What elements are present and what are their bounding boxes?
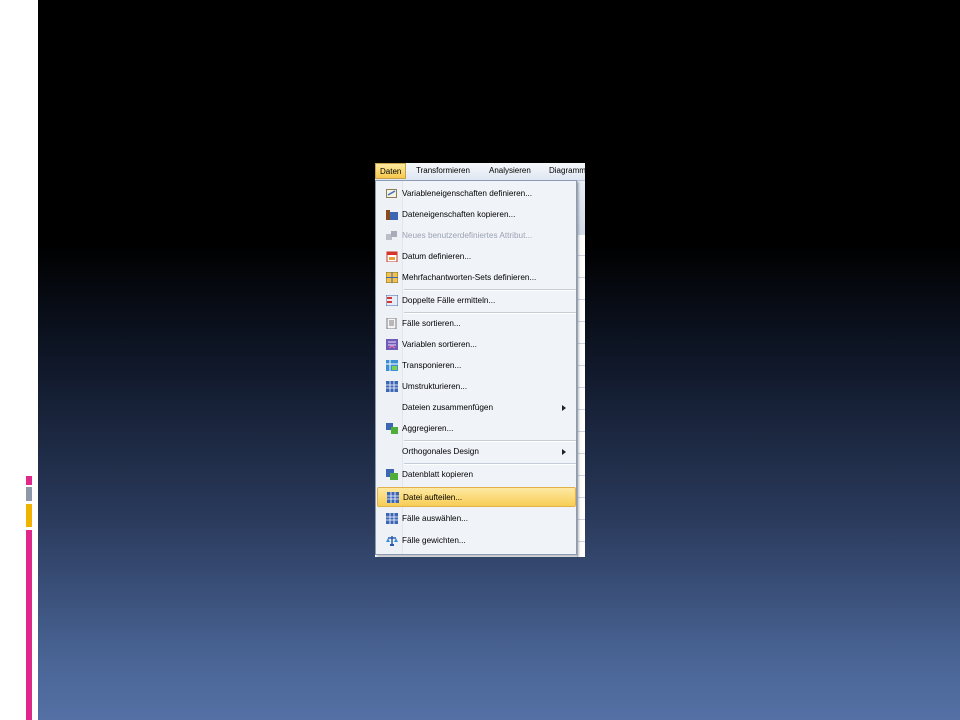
menu-item-orthogonales-design[interactable]: Orthogonales Design xyxy=(377,442,576,462)
restructure-icon xyxy=(386,381,398,392)
menu-bar: Daten Transformieren Analysieren Diagram… xyxy=(375,163,585,181)
weight-cases-icon xyxy=(386,536,398,546)
accent-bar-pink-top xyxy=(26,476,32,485)
menu-analysieren[interactable]: Analysieren xyxy=(489,166,531,175)
submenu-arrow-icon xyxy=(562,405,566,411)
menu-item-aggregieren[interactable]: Aggregieren... xyxy=(377,419,576,439)
daten-dropdown-menu: Variableneigenschaften definieren... Dat… xyxy=(375,180,577,555)
aggregate-icon xyxy=(386,423,398,434)
accent-bar-pink-bottom xyxy=(26,530,32,720)
menu-item-neues-attribut[interactable]: Neues benutzerdefiniertes Attribut... xyxy=(377,226,576,246)
menu-item-faelle-sortieren[interactable]: Fälle sortieren... xyxy=(377,314,576,334)
menu-item-dateien-zusammenfuegen[interactable]: Dateien zusammenfügen xyxy=(377,398,576,418)
menu-item-datenblatt-kopieren[interactable]: Datenblatt kopieren xyxy=(377,465,576,485)
menu-item-datei-aufteilen[interactable]: Datei aufteilen... xyxy=(377,487,576,507)
menu-item-umstrukturieren[interactable]: Umstrukturieren... xyxy=(377,377,576,397)
menu-daten[interactable]: Daten xyxy=(375,163,407,179)
transpose-icon xyxy=(386,360,398,371)
duplicate-cases-icon xyxy=(386,295,398,306)
menu-item-faelle-auswaehlen[interactable]: Fälle auswählen... xyxy=(377,509,576,529)
custom-attribute-icon xyxy=(386,231,397,240)
menu-item-doppelte-faelle[interactable]: Doppelte Fälle ermitteln... xyxy=(377,291,576,311)
select-cases-icon xyxy=(386,513,398,524)
menu-diagramm[interactable]: Diagramm xyxy=(549,166,585,175)
split-file-icon xyxy=(387,492,399,503)
copy-data-properties-icon xyxy=(386,210,398,220)
variable-properties-icon xyxy=(386,189,397,198)
menu-item-datum-definieren[interactable]: Datum definieren... xyxy=(377,247,576,267)
accent-bar-yellow xyxy=(26,504,32,527)
menu-item-transponieren[interactable]: Transponieren... xyxy=(377,356,576,376)
menu-item-faelle-gewichten[interactable]: Fälle gewichten... xyxy=(377,531,576,551)
menu-transformieren[interactable]: Transformieren xyxy=(416,166,470,175)
menu-item-variablen-sortieren[interactable]: Variablen sortieren... xyxy=(377,335,576,355)
sort-variables-icon xyxy=(386,339,398,350)
submenu-arrow-icon xyxy=(562,449,566,455)
decorative-lines xyxy=(21,22,41,118)
sort-cases-icon xyxy=(386,318,397,329)
multiple-response-icon xyxy=(386,272,398,283)
data-grid-background xyxy=(577,181,585,557)
accent-bar-gray xyxy=(26,487,32,501)
copy-dataset-icon xyxy=(386,469,398,480)
menu-item-mehrfachantworten[interactable]: Mehrfachantworten-Sets definieren... xyxy=(377,268,576,288)
menu-item-variableneigenschaften[interactable]: Variableneigenschaften definieren... xyxy=(377,184,576,204)
menu-item-dateneigenschaften-kopieren[interactable]: Dateneigenschaften kopieren... xyxy=(377,205,576,225)
spss-menu-screenshot: Daten Transformieren Analysieren Diagram… xyxy=(375,163,585,557)
calendar-icon xyxy=(386,251,398,262)
